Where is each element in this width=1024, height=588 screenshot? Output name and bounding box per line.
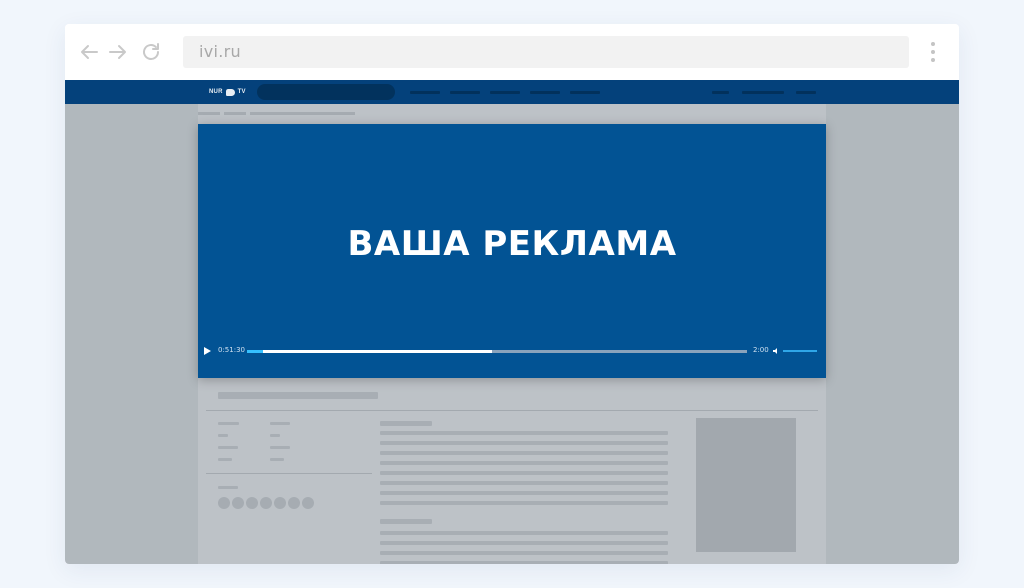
logo-text-right: TV [237, 89, 246, 95]
text-line [380, 561, 668, 564]
more-vertical-icon[interactable] [925, 40, 941, 64]
social-share-icon[interactable] [232, 497, 244, 509]
text-line [380, 531, 668, 535]
breadcrumb-item[interactable] [198, 112, 220, 115]
text-line [380, 481, 668, 485]
play-icon[interactable] [204, 347, 211, 355]
video-player[interactable]: ВАША РЕКЛАМА 0:51:30 2:00 [198, 124, 826, 378]
info-value [270, 458, 284, 461]
reload-button[interactable] [139, 40, 163, 64]
arrow-right-icon [109, 45, 126, 59]
volume-icon[interactable] [772, 347, 780, 355]
info-label [218, 446, 238, 449]
page-title-placeholder [218, 392, 378, 399]
info-value [270, 422, 290, 425]
text-line [380, 491, 668, 495]
arrow-left-icon [81, 45, 98, 59]
sidebar-banner-placeholder [696, 418, 796, 552]
info-label [218, 434, 228, 437]
header-action-link[interactable] [796, 91, 816, 94]
section-heading-placeholder [380, 519, 432, 524]
info-label [218, 422, 239, 425]
info-value [270, 434, 280, 437]
divider [206, 473, 372, 474]
progress-played [247, 350, 492, 353]
progress-ad-segment [247, 350, 263, 353]
text-line [380, 431, 668, 435]
browser-toolbar: ivi.ru [65, 24, 959, 80]
social-share-icon[interactable] [218, 497, 230, 509]
header-action-link[interactable] [712, 91, 729, 94]
social-share-icon[interactable] [288, 497, 300, 509]
breadcrumb-item[interactable] [250, 112, 355, 115]
social-share-icon[interactable] [274, 497, 286, 509]
nav-link[interactable] [530, 91, 560, 94]
duration: 2:00 [753, 346, 769, 354]
text-line [380, 451, 668, 455]
progress-bar[interactable] [247, 350, 747, 353]
share-label [218, 486, 238, 489]
divider [206, 410, 818, 411]
ad-headline: ВАША РЕКЛАМА [347, 224, 677, 264]
breadcrumb-item[interactable] [224, 112, 246, 115]
text-line [380, 471, 668, 475]
browser-window: ivi.ru NUR TV ВАША РЕКЛАМА 0:51:30 2:00 [65, 24, 959, 564]
reload-icon [143, 43, 159, 60]
social-share-icon[interactable] [246, 497, 258, 509]
info-label [218, 458, 232, 461]
logo-text-left: NUR [209, 89, 223, 95]
address-bar[interactable]: ivi.ru [183, 36, 909, 68]
text-line [380, 501, 668, 505]
text-line [380, 461, 668, 465]
site-header: NUR TV [65, 80, 959, 104]
text-line [380, 441, 668, 445]
web-page-viewport: NUR TV ВАША РЕКЛАМА 0:51:30 2:00 [65, 80, 959, 564]
text-line [380, 551, 668, 555]
current-time: 0:51:30 [218, 346, 245, 354]
nav-link[interactable] [490, 91, 520, 94]
player-controls: 0:51:30 2:00 [198, 344, 826, 358]
header-action-link[interactable] [742, 91, 784, 94]
site-search-input[interactable] [257, 84, 395, 100]
logo-mark-icon [225, 88, 235, 96]
section-heading-placeholder [380, 421, 432, 426]
site-logo[interactable]: NUR TV [209, 86, 246, 98]
social-share-icon[interactable] [302, 497, 314, 509]
nav-link[interactable] [410, 91, 440, 94]
text-line [380, 541, 668, 545]
nav-link[interactable] [570, 91, 600, 94]
nav-link[interactable] [450, 91, 480, 94]
back-button[interactable] [77, 40, 101, 64]
info-value [270, 446, 290, 449]
social-share-icon[interactable] [260, 497, 272, 509]
forward-button[interactable] [106, 40, 130, 64]
volume-slider[interactable] [783, 350, 817, 352]
